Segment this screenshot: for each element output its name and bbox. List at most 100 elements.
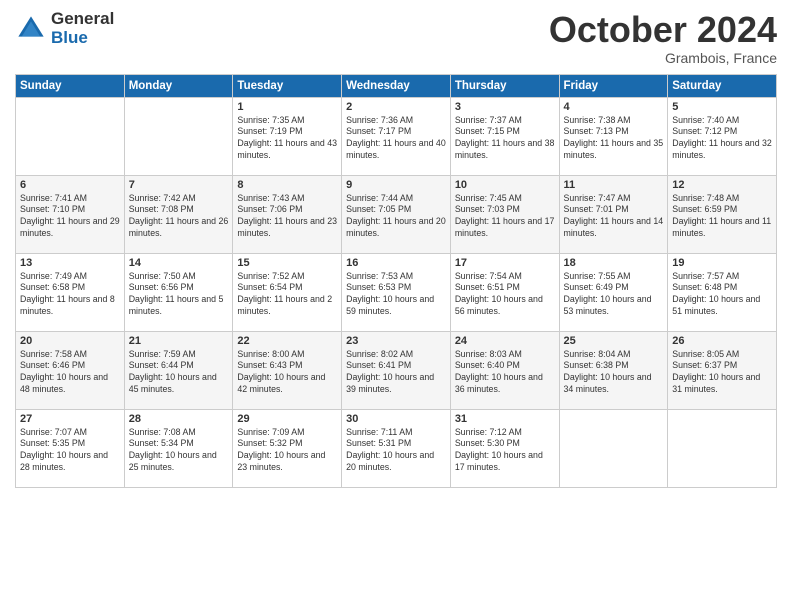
- day-cell: [16, 97, 125, 175]
- day-detail: Sunrise: 7:37 AM Sunset: 7:15 PM Dayligh…: [455, 115, 555, 163]
- logo-text: General Blue: [51, 10, 114, 47]
- col-monday: Monday: [124, 74, 233, 97]
- logo: General Blue: [15, 10, 114, 47]
- day-detail: Sunrise: 7:44 AM Sunset: 7:05 PM Dayligh…: [346, 193, 446, 241]
- day-cell: 19Sunrise: 7:57 AM Sunset: 6:48 PM Dayli…: [668, 253, 777, 331]
- day-cell: 12Sunrise: 7:48 AM Sunset: 6:59 PM Dayli…: [668, 175, 777, 253]
- col-thursday: Thursday: [450, 74, 559, 97]
- day-detail: Sunrise: 8:00 AM Sunset: 6:43 PM Dayligh…: [237, 349, 337, 397]
- day-number: 2: [346, 101, 446, 113]
- day-cell: [124, 97, 233, 175]
- day-number: 12: [672, 179, 772, 191]
- day-detail: Sunrise: 7:11 AM Sunset: 5:31 PM Dayligh…: [346, 427, 446, 475]
- day-detail: Sunrise: 7:12 AM Sunset: 5:30 PM Dayligh…: [455, 427, 555, 475]
- day-detail: Sunrise: 7:53 AM Sunset: 6:53 PM Dayligh…: [346, 271, 446, 319]
- week-row-3: 20 Sunrise: 7:58 AM Sunset: 6:46 PM Dayli…: [16, 331, 777, 409]
- day-cell: 15 Sunrise: 7:52 AM Sunset: 6:54 PM Dayli…: [233, 253, 342, 331]
- day-number: 5: [672, 101, 772, 113]
- day-cell: 22 Sunrise: 8:00 AM Sunset: 6:43 PM Dayli…: [233, 331, 342, 409]
- day-detail: Sunrise: 7:36 AM Sunset: 7:17 PM Dayligh…: [346, 115, 446, 163]
- day-number: 18: [564, 257, 664, 269]
- day-detail: Sunrise: 7:08 AM Sunset: 5:34 PM Dayligh…: [129, 427, 229, 475]
- day-number: 13: [20, 257, 120, 269]
- day-detail: Sunrise: 7:42 AM Sunset: 7:08 PM Dayligh…: [129, 193, 229, 241]
- day-cell: 29Sunrise: 7:09 AM Sunset: 5:32 PM Dayli…: [233, 409, 342, 487]
- day-detail: Sunrise: 7:55 AM Sunset: 6:49 PM Dayligh…: [564, 271, 664, 319]
- day-detail: Sunrise: 7:40 AM Sunset: 7:12 PM Dayligh…: [672, 115, 772, 163]
- week-row-4: 27Sunrise: 7:07 AM Sunset: 5:35 PM Dayli…: [16, 409, 777, 487]
- day-cell: 9Sunrise: 7:44 AM Sunset: 7:05 PM Daylig…: [342, 175, 451, 253]
- day-number: 30: [346, 413, 446, 425]
- day-cell: 18 Sunrise: 7:55 AM Sunset: 6:49 PM Dayli…: [559, 253, 668, 331]
- day-cell: 6 Sunrise: 7:41 AM Sunset: 7:10 PM Daylig…: [16, 175, 125, 253]
- day-detail: Sunrise: 7:43 AM Sunset: 7:06 PM Dayligh…: [237, 193, 337, 241]
- day-cell: [559, 409, 668, 487]
- day-detail: Sunrise: 7:50 AM Sunset: 6:56 PM Dayligh…: [129, 271, 229, 319]
- day-number: 20: [20, 335, 120, 347]
- day-detail: Sunrise: 7:57 AM Sunset: 6:48 PM Dayligh…: [672, 271, 772, 319]
- day-detail: Sunrise: 7:41 AM Sunset: 7:10 PM Dayligh…: [20, 193, 120, 241]
- day-cell: 27Sunrise: 7:07 AM Sunset: 5:35 PM Dayli…: [16, 409, 125, 487]
- day-cell: 13 Sunrise: 7:49 AM Sunset: 6:58 PM Dayli…: [16, 253, 125, 331]
- day-number: 21: [129, 335, 229, 347]
- day-number: 16: [346, 257, 446, 269]
- day-detail: Sunrise: 7:47 AM Sunset: 7:01 PM Dayligh…: [564, 193, 664, 241]
- day-cell: 7Sunrise: 7:42 AM Sunset: 7:08 PM Daylig…: [124, 175, 233, 253]
- day-cell: 31 Sunrise: 7:12 AM Sunset: 5:30 PM Dayli…: [450, 409, 559, 487]
- day-detail: Sunrise: 7:49 AM Sunset: 6:58 PM Dayligh…: [20, 271, 120, 319]
- day-cell: 11 Sunrise: 7:47 AM Sunset: 7:01 PM Dayli…: [559, 175, 668, 253]
- day-detail: Sunrise: 8:03 AM Sunset: 6:40 PM Dayligh…: [455, 349, 555, 397]
- day-detail: Sunrise: 7:09 AM Sunset: 5:32 PM Dayligh…: [237, 427, 337, 475]
- header-row: Sunday Monday Tuesday Wednesday Thursday…: [16, 74, 777, 97]
- day-detail: Sunrise: 8:02 AM Sunset: 6:41 PM Dayligh…: [346, 349, 446, 397]
- logo-blue-text: Blue: [51, 29, 114, 48]
- day-detail: Sunrise: 7:52 AM Sunset: 6:54 PM Dayligh…: [237, 271, 337, 319]
- day-cell: 24Sunrise: 8:03 AM Sunset: 6:40 PM Dayli…: [450, 331, 559, 409]
- col-friday: Friday: [559, 74, 668, 97]
- day-detail: Sunrise: 7:35 AM Sunset: 7:19 PM Dayligh…: [237, 115, 337, 163]
- day-number: 26: [672, 335, 772, 347]
- day-cell: 3 Sunrise: 7:37 AM Sunset: 7:15 PM Daylig…: [450, 97, 559, 175]
- day-cell: 16 Sunrise: 7:53 AM Sunset: 6:53 PM Dayli…: [342, 253, 451, 331]
- day-number: 8: [237, 179, 337, 191]
- day-cell: 25Sunrise: 8:04 AM Sunset: 6:38 PM Dayli…: [559, 331, 668, 409]
- day-number: 3: [455, 101, 555, 113]
- day-number: 22: [237, 335, 337, 347]
- day-number: 28: [129, 413, 229, 425]
- day-detail: Sunrise: 7:38 AM Sunset: 7:13 PM Dayligh…: [564, 115, 664, 163]
- day-number: 17: [455, 257, 555, 269]
- day-cell: 10Sunrise: 7:45 AM Sunset: 7:03 PM Dayli…: [450, 175, 559, 253]
- logo-general-text: General: [51, 10, 114, 29]
- week-row-2: 13 Sunrise: 7:49 AM Sunset: 6:58 PM Dayli…: [16, 253, 777, 331]
- location-subtitle: Grambois, France: [549, 50, 777, 66]
- day-cell: [668, 409, 777, 487]
- day-number: 1: [237, 101, 337, 113]
- col-wednesday: Wednesday: [342, 74, 451, 97]
- week-row-0: 1 Sunrise: 7:35 AM Sunset: 7:19 PM Daylig…: [16, 97, 777, 175]
- day-detail: Sunrise: 7:07 AM Sunset: 5:35 PM Dayligh…: [20, 427, 120, 475]
- day-number: 25: [564, 335, 664, 347]
- day-detail: Sunrise: 7:58 AM Sunset: 6:46 PM Dayligh…: [20, 349, 120, 397]
- day-number: 14: [129, 257, 229, 269]
- day-number: 15: [237, 257, 337, 269]
- month-title: October 2024: [549, 10, 777, 50]
- day-number: 31: [455, 413, 555, 425]
- day-cell: 23Sunrise: 8:02 AM Sunset: 6:41 PM Dayli…: [342, 331, 451, 409]
- calendar-table: Sunday Monday Tuesday Wednesday Thursday…: [15, 74, 777, 488]
- title-block: October 2024 Grambois, France: [549, 10, 777, 66]
- day-cell: 8 Sunrise: 7:43 AM Sunset: 7:06 PM Daylig…: [233, 175, 342, 253]
- day-cell: 28 Sunrise: 7:08 AM Sunset: 5:34 PM Dayli…: [124, 409, 233, 487]
- day-cell: 17 Sunrise: 7:54 AM Sunset: 6:51 PM Dayli…: [450, 253, 559, 331]
- day-number: 4: [564, 101, 664, 113]
- day-cell: 5 Sunrise: 7:40 AM Sunset: 7:12 PM Daylig…: [668, 97, 777, 175]
- col-tuesday: Tuesday: [233, 74, 342, 97]
- col-saturday: Saturday: [668, 74, 777, 97]
- logo-icon: [15, 13, 47, 45]
- day-detail: Sunrise: 7:54 AM Sunset: 6:51 PM Dayligh…: [455, 271, 555, 319]
- day-detail: Sunrise: 7:59 AM Sunset: 6:44 PM Dayligh…: [129, 349, 229, 397]
- day-detail: Sunrise: 7:45 AM Sunset: 7:03 PM Dayligh…: [455, 193, 555, 241]
- page: General Blue October 2024 Grambois, Fran…: [0, 0, 792, 612]
- day-number: 11: [564, 179, 664, 191]
- day-number: 6: [20, 179, 120, 191]
- week-row-1: 6 Sunrise: 7:41 AM Sunset: 7:10 PM Daylig…: [16, 175, 777, 253]
